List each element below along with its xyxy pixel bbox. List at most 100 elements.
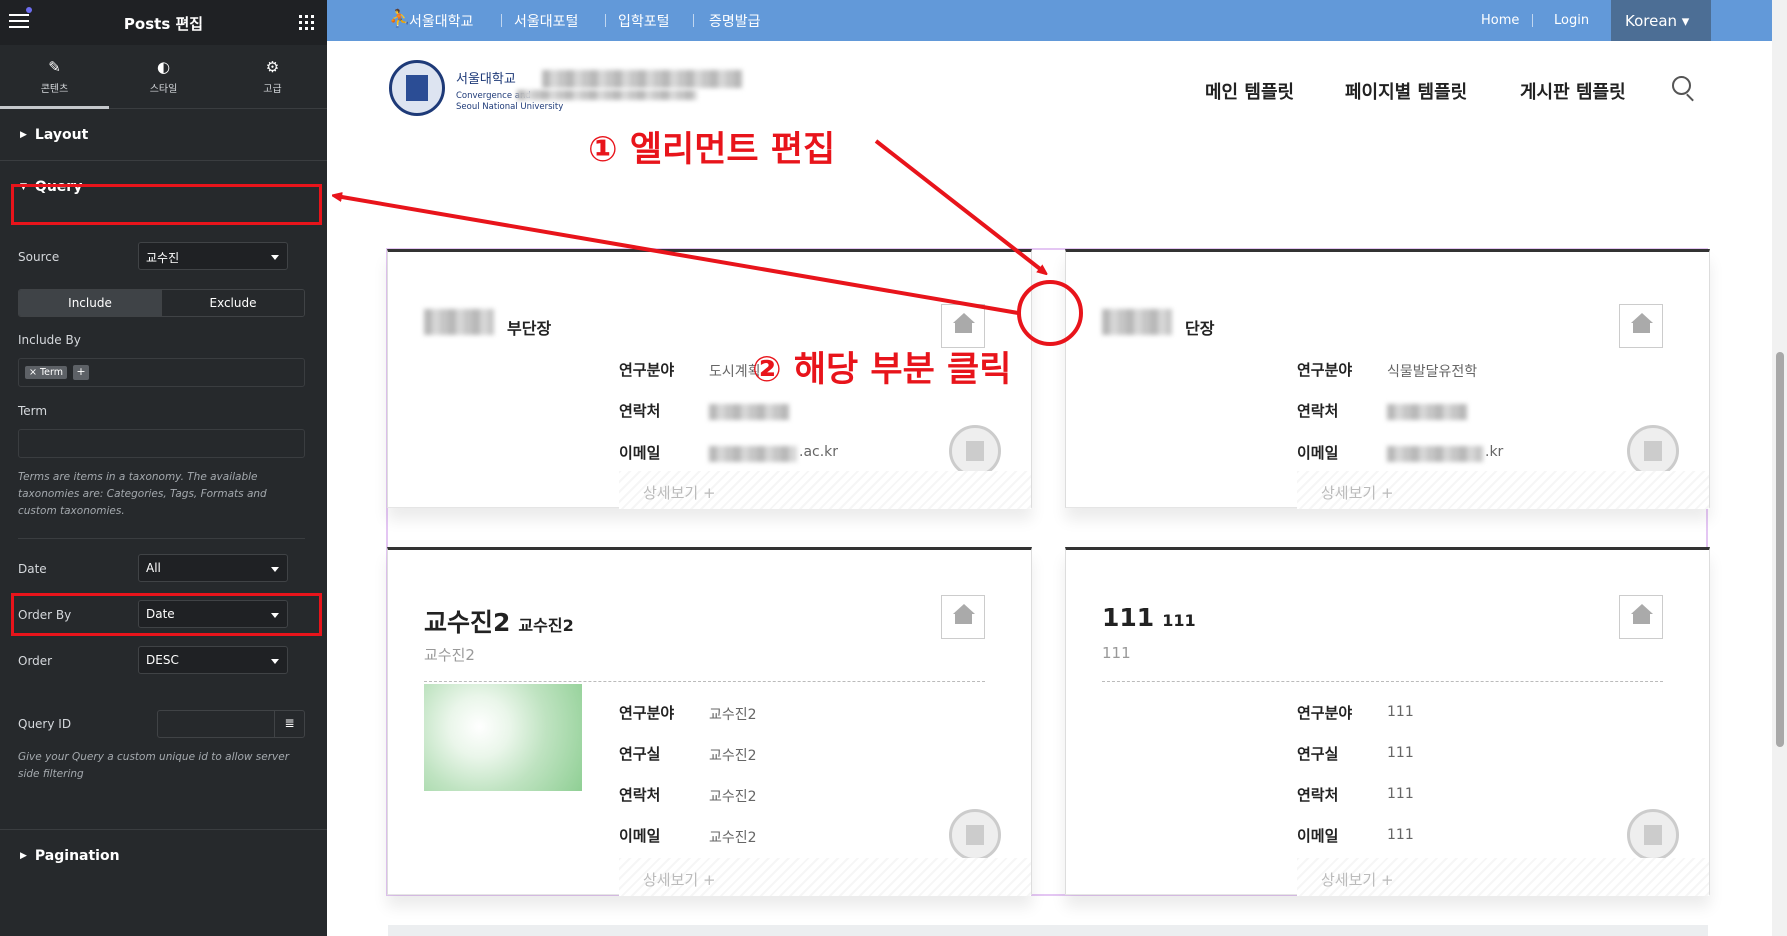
separator [501,14,502,27]
query-id-input[interactable]: ≣ [157,710,305,738]
scrollbar[interactable] [1772,0,1787,936]
dashed-divider [424,681,985,682]
search-icon[interactable] [1672,76,1691,95]
blurred-email [1387,446,1483,462]
order-select[interactable]: DESC [138,646,288,674]
date-select[interactable]: All [138,554,288,582]
field-label: 연구실 [619,745,661,763]
highlight-order-by [11,593,322,636]
field-value: .ac.kr [799,444,839,460]
include-button[interactable]: Include [19,290,161,316]
field-value: 교수진2 [709,789,757,805]
home-icon[interactable] [1619,304,1663,348]
field-value: 식물발달유전학 [1387,364,1478,380]
topbar-link-certificate[interactable]: 증명발급 [709,11,761,31]
widgets-grid-icon[interactable] [299,15,314,30]
field-label: 연락처 [619,786,661,804]
field-value: 111 [1387,745,1414,761]
site-preview: ⛹ 서울대학교 서울대포털 입학포털 증명발급 Home Login Korea… [327,0,1787,936]
blurred-logo-subtext [517,90,697,100]
profile-card[interactable]: 단장 연구분야 식물발달유전학 연락처 이메일 .kr 상세보기 + [1065,249,1710,509]
card-title: 111 111 [1102,603,1196,632]
topbar-home-link[interactable]: Home [1481,13,1519,28]
term-tag[interactable]: × Term [25,366,68,379]
more-link[interactable]: 상세보기 + [1297,858,1709,896]
panel-title: Posts 편집 [123,15,204,33]
menu-main-template[interactable]: 메인 템플릿 [1205,78,1294,104]
dropdown-caret-icon [271,255,279,260]
blurred-logo-text [542,70,742,88]
menu-board-template[interactable]: 게시판 템플릿 [1520,78,1626,104]
card-title: 교수진2 교수진2 [424,608,574,637]
separator [693,14,694,27]
tab-advanced[interactable]: ⚙ 고급 [218,45,327,108]
gear-icon: ⚙ [265,58,280,76]
tab-content[interactable]: ✎ 콘텐츠 [0,45,109,109]
field-label: 연구분야 [619,704,675,722]
database-icon[interactable]: ≣ [274,711,304,737]
source-select[interactable]: 교수진 [138,242,288,270]
menu-page-template[interactable]: 페이지별 템플릿 [1345,78,1467,104]
separator [1532,14,1533,27]
pencil-icon: ✎ [48,58,61,76]
term-input[interactable] [18,429,305,458]
field-label: 이메일 [619,827,661,845]
next-section-strip [388,925,1708,936]
blurred-name [424,309,494,335]
term-label: Term [18,404,48,418]
field-label: 연구실 [1297,745,1339,763]
field-label: 연락처 [1297,786,1339,804]
card-title: 단장 [1185,319,1215,338]
more-link[interactable]: 상세보기 + [1297,471,1709,509]
dropdown-caret-icon [271,659,279,664]
field-label: 이메일 [1297,827,1339,845]
annotation-step-1: ① 엘리먼트 편집 [588,130,836,170]
blurred-phone [1387,404,1467,420]
section-pagination[interactable]: ▶ Pagination [0,829,327,881]
profile-card[interactable]: 교수진2 교수진2 교수진2 연구분야 교수진2 연구실 교수진2 연락처 교수진… [387,547,1032,896]
profile-card[interactable]: 111 111 111 연구분야 111 연구실 111 연락처 111 이메일 … [1065,547,1710,896]
field-value: 교수진2 [709,707,757,723]
scrollbar-thumb[interactable] [1776,352,1784,747]
logo-line-2: Seoul National University [456,102,564,112]
tab-style[interactable]: ◐ 스타일 [109,45,218,108]
field-label: 연락처 [619,402,661,420]
more-link[interactable]: 상세보기 + [619,858,1031,896]
profile-photo [424,684,582,791]
blurred-phone [709,404,789,420]
topbar-link-snu[interactable]: 서울대학교 [409,11,473,31]
home-icon[interactable] [1619,595,1663,639]
more-link[interactable]: 상세보기 + [619,471,1031,509]
language-select[interactable]: Korean ▾ [1611,0,1711,41]
running-person-icon: ⛹ [389,9,411,29]
exclude-button[interactable]: Exclude [161,290,304,316]
topbar-link-admission[interactable]: 입학포털 [618,11,670,31]
section-layout[interactable]: ▶ Layout [0,109,327,161]
blurred-email [709,446,797,462]
field-value: 111 [1387,704,1414,720]
home-icon[interactable] [941,595,985,639]
search-icon-handle [1686,93,1694,102]
add-tag-button[interactable]: + [73,365,89,380]
field-value: .kr [1485,444,1504,460]
field-label: 연락처 [1297,402,1339,420]
annotation-step-2: ② 해당 부분 클릭 [752,350,1012,390]
include-by-label: Include By [18,333,81,347]
university-seal-icon [949,425,1001,477]
card-subtitle: 교수진2 [424,646,475,664]
editor-panel: Posts 편집 ✎ 콘텐츠 ◐ 스타일 ⚙ 고급 ▶ Layout ▼ Query So… [0,0,327,936]
separator [605,14,606,27]
field-label: 이메일 [1297,444,1339,462]
panel-header: Posts 편집 [0,0,327,45]
term-help-text: Terms are items in a taxonomy. The avail… [18,471,267,517]
include-exclude-toggle: Include Exclude [18,289,305,317]
university-seal-icon [1627,809,1679,861]
topbar-link-portal[interactable]: 서울대포털 [514,11,578,31]
topbar-login-link[interactable]: Login [1554,13,1589,28]
university-logo[interactable] [389,60,445,116]
field-value: 111 [1387,827,1414,843]
field-label: 연구분야 [1297,704,1353,722]
university-seal-icon [1627,425,1679,477]
include-by-field[interactable]: × Term + [18,358,305,387]
card-subtitle: 111 [1102,644,1131,662]
